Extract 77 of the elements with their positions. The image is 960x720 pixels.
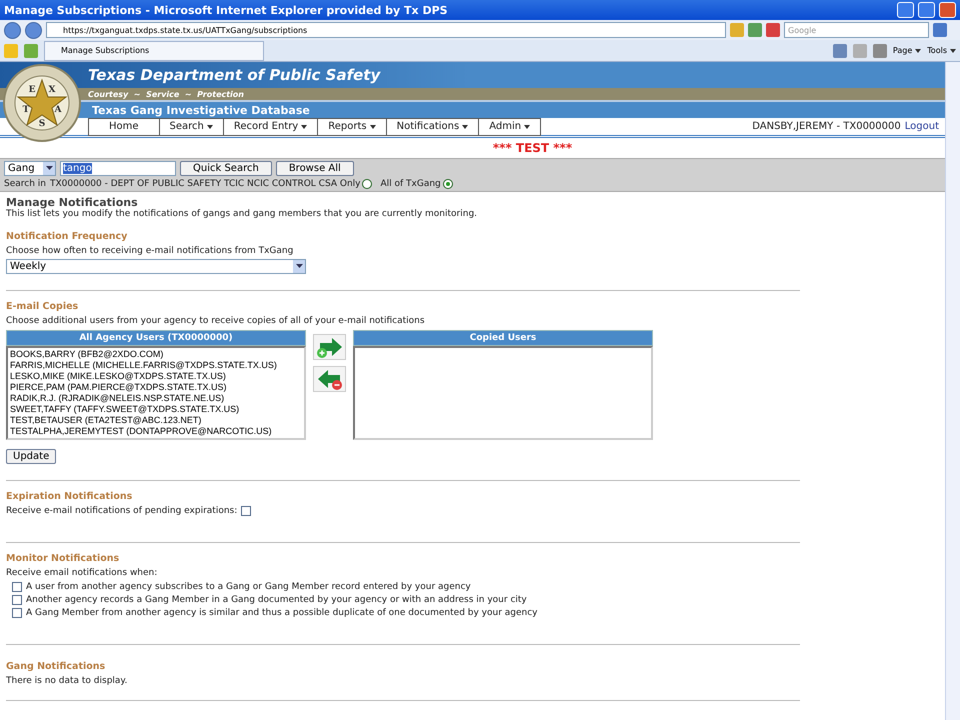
- section-title: E-mail Copies: [6, 301, 80, 312]
- menu-item[interactable]: Reports: [317, 118, 386, 134]
- caret-icon: [462, 124, 468, 128]
- caret-icon: [915, 49, 922, 53]
- page-title: Manage Notifications: [6, 196, 139, 209]
- forward-button[interactable]: [25, 22, 42, 38]
- remove-button[interactable]: [313, 366, 346, 392]
- section-title: Notification Frequency: [6, 231, 128, 242]
- window-title: Manage Subscriptions - Microsoft Internet Explorer provided by Tx DPS: [4, 4, 449, 16]
- menu-item[interactable]: Search: [158, 118, 223, 134]
- empty-message: There is no data to display.: [6, 676, 128, 686]
- list-option[interactable]: BOOKS,BARRY (BFB2@2XDO.COM): [10, 349, 302, 360]
- list-option[interactable]: PIERCE,PAM (PAM.PIERCE@TXDPS.STATE.TX.US): [10, 382, 302, 393]
- frequency-select[interactable]: Weekly: [6, 259, 306, 274]
- section-title: Monitor Notifications: [6, 553, 120, 564]
- search-button[interactable]: Quick Search: [180, 161, 272, 176]
- option-label: A user from another agency subscribes to a Gang or Gang Member record entered by your agency: [26, 582, 471, 592]
- add-button[interactable]: [313, 334, 346, 360]
- caret-icon: [301, 124, 308, 128]
- list-option[interactable]: RADIK,R.J. (RJRADIK@NELEIS.NSP.STATE.NE.US): [10, 393, 302, 404]
- test-notice: *** TEST ***: [492, 141, 572, 155]
- scope-option: TX0000000 - DEPT OF PUBLIC SAFETY TCIC NCIC CONTROL CSA Only: [50, 179, 360, 189]
- caret-icon: [524, 124, 530, 128]
- caret-icon: [950, 49, 956, 53]
- caret-icon: [293, 260, 305, 273]
- checkbox[interactable]: [241, 506, 252, 516]
- field-label: Receive email notifications when:: [6, 568, 158, 578]
- list-option[interactable]: TEST,BETAUSER (ETA2TEST@ABC.123.NET): [10, 415, 302, 426]
- field-label: Choose how often to receiving e-mail notifications from TxGang: [6, 246, 294, 256]
- toolbar-menu[interactable]: Page: [892, 46, 922, 55]
- restore-button[interactable]: [918, 2, 935, 18]
- site-title: Texas Department of Public Safety: [88, 66, 380, 84]
- arrow-right-plus-icon: [316, 337, 344, 359]
- section-title: Expiration Notifications: [6, 491, 134, 502]
- user-name: DANSBY,JEREMY - TX0000000: [752, 121, 901, 132]
- subtitle: Texas Gang Investigative Database: [92, 104, 310, 116]
- scope-label: Search in: [4, 179, 46, 189]
- back-button[interactable]: [4, 22, 21, 38]
- checkbox[interactable]: [12, 582, 22, 592]
- close-button[interactable]: [939, 2, 956, 18]
- radio-button[interactable]: [362, 179, 372, 189]
- section-title: Gang Notifications: [6, 661, 106, 672]
- caret-icon: [43, 162, 55, 175]
- arrow-left-minus-icon: [316, 369, 344, 391]
- list-header: All Agency Users (TX0000000): [6, 330, 306, 346]
- motto: Courtesy ~ Service ~ Protection: [88, 90, 244, 98]
- menu-item[interactable]: Notifications: [386, 118, 478, 134]
- seal-drawing: E X T A S: [2, 64, 82, 142]
- field-label: Choose additional users from your agency to receive copies of all of your e-mail notifications: [6, 316, 426, 326]
- type-select[interactable]: Gang: [4, 161, 56, 176]
- browser-tab[interactable]: Manage Subscriptions: [44, 40, 264, 60]
- list-option[interactable]: LESKO,MIKE (MIKE.LESKO@TXDPS.STATE.TX.US): [10, 371, 302, 382]
- checkbox[interactable]: [12, 608, 22, 618]
- list-option[interactable]: TESTALPHA,JEREMYTEST (DONTAPPROVE@NARCOTIC.US): [10, 426, 302, 437]
- caret-icon: [206, 124, 213, 128]
- logout-link[interactable]: Logout: [904, 121, 939, 132]
- search-input[interactable]: tango: [60, 161, 176, 176]
- radio-button[interactable]: [442, 179, 453, 189]
- scope-option: All of TxGang: [380, 179, 441, 189]
- address-field[interactable]: https://txganguat.txdps.state.tx.us/UATTxGang/subscriptions: [46, 22, 726, 38]
- checkbox[interactable]: [12, 595, 22, 605]
- search-button[interactable]: Browse All: [276, 161, 354, 176]
- list-header: Copied Users: [353, 330, 653, 346]
- scrollbar[interactable]: [945, 62, 960, 720]
- option-label: Another agency records a Gang Member in a Gang documented by your agency or with an address in your city: [26, 595, 527, 605]
- menu-item[interactable]: Home: [89, 118, 159, 134]
- caret-icon: [370, 124, 376, 128]
- toolbar-menu[interactable]: Tools: [927, 46, 956, 55]
- menu-item[interactable]: Record Entry: [222, 118, 318, 134]
- field-label: Receive e-mail notifications of pending expirations:: [6, 506, 238, 516]
- menu-item[interactable]: Admin: [478, 118, 540, 134]
- list-option[interactable]: FARRIS,MICHELLE (MICHELLE.FARRIS@TXDPS.STATE.TX.US): [10, 360, 302, 371]
- update-button[interactable]: Update: [6, 449, 56, 464]
- option-label: A Gang Member from another agency is similar and thus a possible duplicate of one documented by your agency: [26, 608, 538, 618]
- intro-text: This list lets you modify the notifications of gangs and gang members that you are currently monitoring.: [6, 209, 478, 219]
- list-option[interactable]: SWEET,TAFFY (TAFFY.SWEET@TXDPS.STATE.TX.US): [10, 404, 302, 415]
- minimize-button[interactable]: [897, 2, 914, 18]
